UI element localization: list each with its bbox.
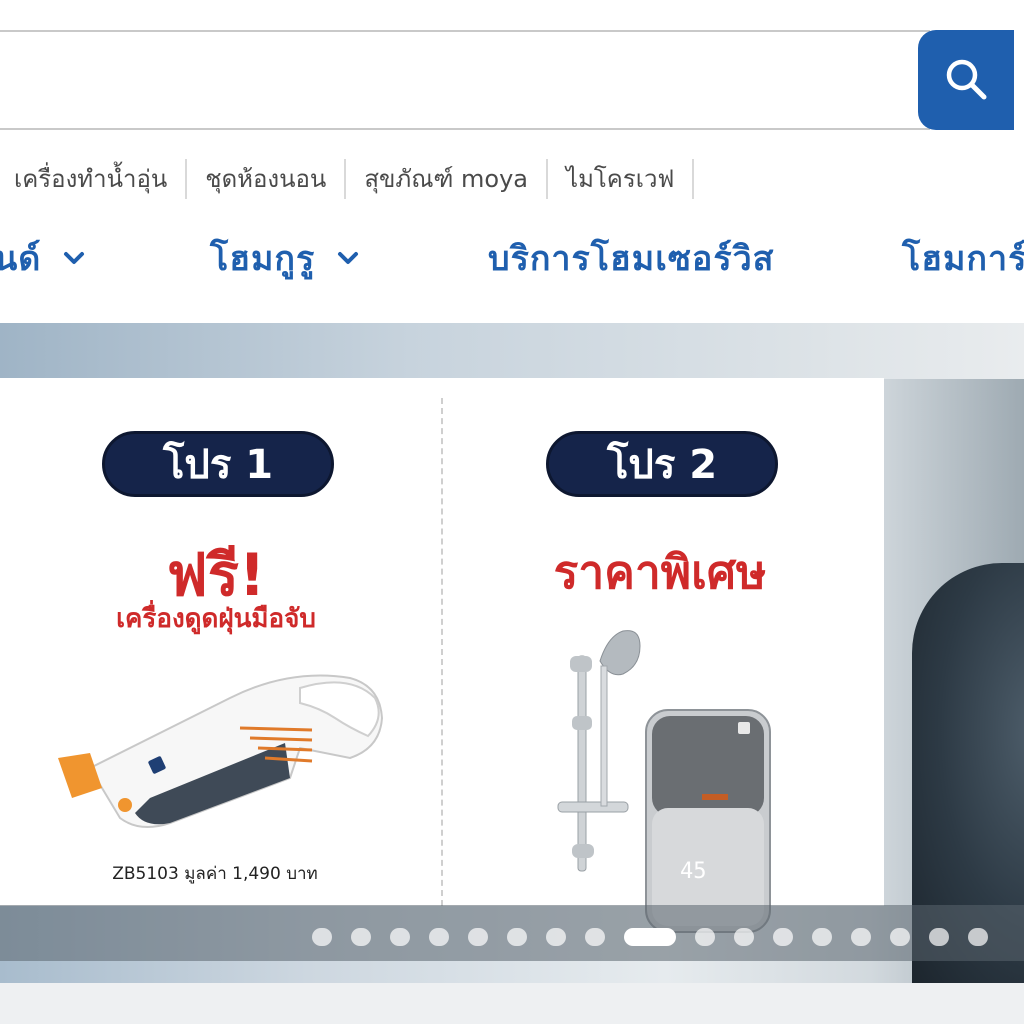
quick-link-moya-sanitary[interactable]: สุขภัณฑ์ moya (346, 159, 549, 199)
carousel-dot[interactable] (624, 928, 676, 946)
nav-item-home-guru[interactable]: โฮมกูรู (210, 226, 359, 290)
chevron-down-icon (63, 251, 85, 265)
promo-panel: โปร 1 ฟรี! เครื่องดูดฝุ่นมือจับ ZB5103 ม… (0, 378, 884, 933)
nav-item-home-card[interactable]: โฮมการ์ (902, 226, 1024, 290)
chevron-down-icon (337, 251, 359, 265)
carousel-dot[interactable] (734, 928, 754, 946)
carousel-dot[interactable] (929, 928, 949, 946)
promo-2-headline: ราคาพิเศษ (553, 545, 767, 599)
promo-2-badge: โปร 2 (546, 431, 778, 497)
carousel-dot[interactable] (773, 928, 793, 946)
carousel-dot[interactable] (507, 928, 527, 946)
carousel-dot[interactable] (429, 928, 449, 946)
carousel-dots (312, 928, 1007, 946)
page-content-area (0, 983, 1024, 1024)
promo-1-subheadline: เครื่องดูดฝุ่นมือจับ (116, 604, 316, 634)
nav-item-label: บริการโฮมเซอร์วิส (488, 239, 775, 279)
quick-link-bedroom-set[interactable]: ชุดห้องนอน (187, 159, 347, 199)
carousel-dot[interactable] (468, 928, 488, 946)
carousel-dot[interactable] (890, 928, 910, 946)
carousel-dot[interactable] (546, 928, 566, 946)
quick-link-microwave[interactable]: ไมโครเวฟ (548, 159, 695, 199)
promo-1-caption: ZB5103 มูลค่า 1,490 บาท (112, 864, 318, 884)
water-heater-display: 45 (680, 859, 707, 884)
banner-background (0, 323, 1024, 379)
nav-item-label: โฮมกูรู (210, 239, 316, 279)
promo-1-badge: โปร 1 (102, 431, 334, 497)
search-icon (944, 57, 988, 104)
carousel-dot[interactable] (312, 928, 332, 946)
carousel-dot[interactable] (851, 928, 871, 946)
nav-item-brand[interactable]: นด์ (0, 226, 85, 290)
carousel-dot[interactable] (968, 928, 988, 946)
carousel-dot[interactable] (351, 928, 371, 946)
shower-set-image (548, 616, 648, 880)
nav-item-label: นด์ (0, 239, 42, 279)
search-button[interactable] (918, 30, 1014, 130)
main-nav: นด์ โฮมกูรู บริการโฮมเซอร์วิส โฮมการ์ (0, 226, 1024, 290)
handheld-vacuum-image (50, 658, 390, 842)
promo-divider (441, 398, 443, 906)
promo-banner[interactable]: โปร 1 ฟรี! เครื่องดูดฝุ่นมือจับ ZB5103 ม… (0, 323, 1024, 983)
quick-link-water-heater[interactable]: เครื่องทำน้ำอุ่น (0, 159, 188, 199)
quick-links: เครื่องทำน้ำอุ่น ชุดห้องนอน สุขภัณฑ์ moy… (0, 156, 695, 202)
nav-item-home-service[interactable]: บริการโฮมเซอร์วิส (488, 226, 774, 290)
carousel-dot[interactable] (695, 928, 715, 946)
nav-item-label: โฮมการ์ (902, 239, 1024, 279)
carousel-dot[interactable] (585, 928, 605, 946)
carousel-dot[interactable] (390, 928, 410, 946)
carousel-dot[interactable] (812, 928, 832, 946)
search-bar (0, 30, 1024, 130)
search-input[interactable] (0, 30, 930, 130)
